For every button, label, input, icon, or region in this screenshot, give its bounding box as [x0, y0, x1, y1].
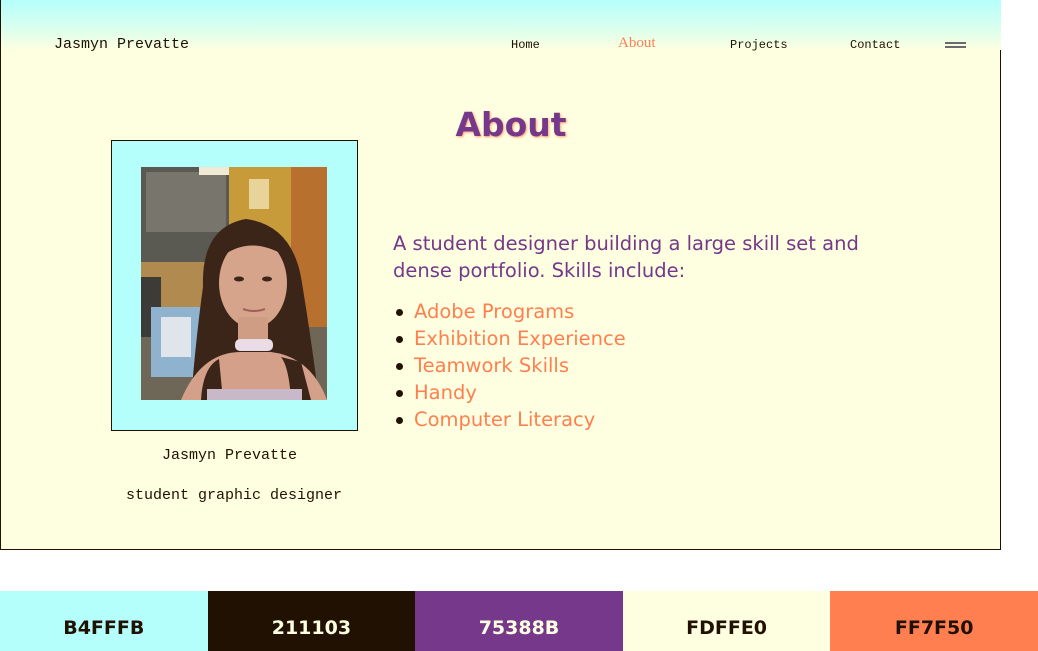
- skill-item: Teamwork Skills: [393, 352, 626, 379]
- swatch-label: 75388B: [478, 617, 560, 639]
- page: Jasmyn Prevatte Home About Projects Cont…: [0, 0, 1038, 651]
- bullet-icon: [396, 363, 403, 370]
- swatch-coral: FF7F50: [830, 591, 1038, 651]
- bullet-icon: [396, 417, 403, 424]
- swatch-cyan: B4FFFB: [0, 591, 208, 651]
- skill-item: Computer Literacy: [393, 406, 626, 433]
- page-title: About: [455, 105, 567, 144]
- profile-name: Jasmyn Prevatte: [162, 447, 298, 464]
- bullet-icon: [396, 336, 403, 343]
- skill-label: Handy: [414, 381, 477, 404]
- profile-photo-frame: [111, 140, 358, 431]
- profile-photo: [141, 167, 327, 400]
- skill-label: Adobe Programs: [414, 300, 575, 323]
- nav-about[interactable]: About: [618, 36, 656, 51]
- intro-text: A student designer building a large skil…: [393, 232, 859, 282]
- nav-home[interactable]: Home: [511, 38, 540, 52]
- color-palette: B4FFFB 211103 75388B FDFFE0 FF7F50: [0, 591, 1038, 651]
- swatch-label: B4FFFB: [63, 617, 145, 639]
- bullet-icon: [396, 390, 403, 397]
- skills-list: Adobe Programs Exhibition Experience Tea…: [393, 298, 626, 433]
- swatch-purple: 75388B: [415, 591, 623, 651]
- swatch-cream: FDFFE0: [622, 591, 831, 651]
- nav-contact[interactable]: Contact: [850, 38, 900, 52]
- hamburger-menu-icon[interactable]: [945, 42, 966, 49]
- navbar: Jasmyn Prevatte Home About Projects Cont…: [1, 0, 1001, 53]
- swatch-label: FF7F50: [894, 617, 974, 639]
- skill-label: Teamwork Skills: [414, 354, 570, 377]
- skill-item: Adobe Programs: [393, 298, 626, 325]
- nav-projects[interactable]: Projects: [730, 38, 788, 52]
- profile-role: student graphic designer: [126, 487, 343, 504]
- swatch-label: FDFFE0: [686, 617, 768, 639]
- website-frame: Jasmyn Prevatte Home About Projects Cont…: [0, 0, 1001, 550]
- bullet-icon: [396, 309, 403, 316]
- skill-label: Exhibition Experience: [414, 327, 626, 350]
- skill-label: Computer Literacy: [414, 408, 596, 431]
- skill-item: Handy: [393, 379, 626, 406]
- swatch-dark: 211103: [207, 591, 416, 651]
- brand-name[interactable]: Jasmyn Prevatte: [54, 37, 189, 53]
- skill-item: Exhibition Experience: [393, 325, 626, 352]
- swatch-label: 211103: [271, 617, 352, 639]
